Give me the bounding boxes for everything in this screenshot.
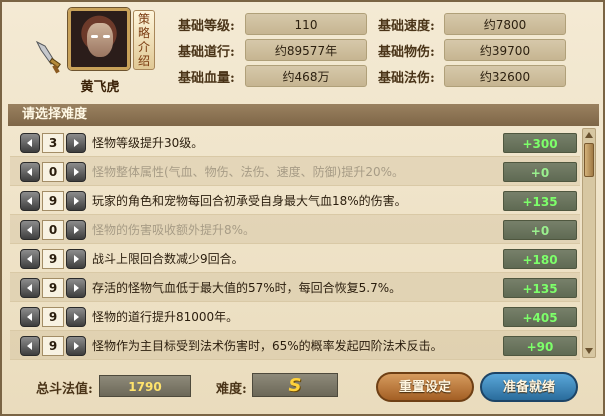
increase-button[interactable] <box>66 336 86 356</box>
strategy-intro-button[interactable]: 策略介绍 <box>133 10 155 70</box>
increase-button[interactable] <box>66 220 86 240</box>
stat-value-physical: 约39700 <box>444 39 566 61</box>
hero-name: 黄飞虎 <box>80 80 120 95</box>
arrow-left-icon <box>27 342 32 350</box>
level-value: 9 <box>42 278 64 298</box>
bonus-value: +90 <box>503 336 577 356</box>
arrow-left-icon <box>27 284 32 292</box>
list-item: 0 怪物的伤害吸收额外提升8%。 +0 <box>10 215 580 244</box>
decrease-button[interactable] <box>20 191 40 211</box>
list-scrollbar[interactable] <box>582 128 596 358</box>
bonus-value: +0 <box>503 220 577 240</box>
arrow-left-icon <box>27 168 32 176</box>
ready-button[interactable]: 准备就绪 <box>480 372 578 402</box>
arrow-right-icon <box>74 139 79 147</box>
list-item: 0 怪物整体属性(气血、物伤、法伤、速度、防御)提升20%。 +0 <box>10 157 580 186</box>
level-value: 0 <box>42 220 64 240</box>
level-value: 9 <box>42 336 64 356</box>
list-item: 9 怪物作为主目标受到法术伤害时，65%的概率发起四阶法术反击。 +90 <box>10 331 580 360</box>
row-description: 玩家的角色和宠物每回合初承受自身最大气血18%的伤害。 <box>92 194 407 208</box>
difficulty-value: S <box>252 373 338 397</box>
list-item: 3 怪物等级提升30级。 +300 <box>10 128 580 157</box>
level-value: 3 <box>42 133 64 153</box>
increase-button[interactable] <box>66 307 86 327</box>
dagger-icon <box>35 40 61 74</box>
row-description: 存活的怪物气血低于最大值的57%时，每回合恢复5.7%。 <box>92 281 402 295</box>
increase-button[interactable] <box>66 133 86 153</box>
list-item: 9 玩家的角色和宠物每回合初承受自身最大气血18%的伤害。 +135 <box>10 186 580 215</box>
decrease-button[interactable] <box>20 133 40 153</box>
row-description: 怪物作为主目标受到法术伤害时，65%的概率发起四阶法术反击。 <box>92 339 443 353</box>
stat-value-magic: 约32600 <box>444 65 566 87</box>
decrease-button[interactable] <box>20 220 40 240</box>
total-value: 1790 <box>99 375 191 397</box>
row-description: 怪物等级提升30级。 <box>92 136 204 150</box>
arrow-left-icon <box>27 255 32 263</box>
hero-face <box>87 23 113 57</box>
hero-portrait[interactable] <box>68 8 130 70</box>
arrow-left-icon <box>27 313 32 321</box>
bonus-value: +0 <box>503 162 577 182</box>
arrow-left-icon <box>27 226 32 234</box>
row-description: 怪物的道行提升81000年。 <box>92 310 239 324</box>
bonus-value: +300 <box>503 133 577 153</box>
level-value: 9 <box>42 191 64 211</box>
stat-label-magic: 基础法伤: <box>378 71 435 86</box>
arrow-right-icon <box>74 313 79 321</box>
arrow-right-icon <box>74 284 79 292</box>
stat-value-level: 110 <box>245 13 367 35</box>
arrow-right-icon <box>74 226 79 234</box>
bonus-value: +180 <box>503 249 577 269</box>
arrow-right-icon <box>74 342 79 350</box>
stat-value-daoxing: 约89577年 <box>245 39 367 61</box>
decrease-button[interactable] <box>20 336 40 356</box>
arrow-right-icon <box>74 255 79 263</box>
stat-value-speed: 约7800 <box>444 13 566 35</box>
increase-button[interactable] <box>66 162 86 182</box>
decrease-button[interactable] <box>20 278 40 298</box>
difficulty-list: 3 怪物等级提升30级。 +300 0 怪物整体属性(气血、物伤、法伤、速度、防… <box>10 128 580 360</box>
scroll-down-icon <box>585 348 593 354</box>
difficulty-label: 难度: <box>216 382 247 397</box>
scroll-up-button[interactable] <box>583 129 595 141</box>
list-item: 9 怪物的道行提升81000年。 +405 <box>10 302 580 331</box>
reset-button[interactable]: 重置设定 <box>376 372 474 402</box>
stat-label-hp: 基础血量: <box>178 71 235 86</box>
scroll-down-button[interactable] <box>583 345 595 357</box>
decrease-button[interactable] <box>20 307 40 327</box>
increase-button[interactable] <box>66 278 86 298</box>
row-description: 怪物的伤害吸收额外提升8%。 <box>92 223 256 237</box>
row-description: 怪物整体属性(气血、物伤、法伤、速度、防御)提升20%。 <box>92 165 405 179</box>
stat-label-physical: 基础物伤: <box>378 45 435 60</box>
level-value: 9 <box>42 249 64 269</box>
arrow-left-icon <box>27 139 32 147</box>
arrow-right-icon <box>74 168 79 176</box>
list-item: 9 存活的怪物气血低于最大值的57%时，每回合恢复5.7%。 +135 <box>10 273 580 302</box>
row-description: 战斗上限回合数减少9回合。 <box>92 252 244 266</box>
section-title: 请选择难度 <box>8 104 599 126</box>
level-value: 9 <box>42 307 64 327</box>
decrease-button[interactable] <box>20 249 40 269</box>
decrease-button[interactable] <box>20 162 40 182</box>
increase-button[interactable] <box>66 191 86 211</box>
arrow-right-icon <box>74 197 79 205</box>
arrow-left-icon <box>27 197 32 205</box>
stat-label-daoxing: 基础道行: <box>178 45 235 60</box>
bonus-value: +135 <box>503 278 577 298</box>
bonus-value: +135 <box>503 191 577 211</box>
stat-value-hp: 约468万 <box>245 65 367 87</box>
scroll-up-icon <box>585 132 593 138</box>
increase-button[interactable] <box>66 249 86 269</box>
level-value: 0 <box>42 162 64 182</box>
total-label: 总斗法值: <box>36 382 93 397</box>
difficulty-panel: 策略介绍 黄飞虎 基础等级: 110 基础道行: 约89577年 基础血量: 约… <box>0 0 605 416</box>
scroll-thumb[interactable] <box>584 143 594 177</box>
list-item: 9 战斗上限回合数减少9回合。 +180 <box>10 244 580 273</box>
bonus-value: +405 <box>503 307 577 327</box>
stat-label-speed: 基础速度: <box>378 19 435 34</box>
stat-label-level: 基础等级: <box>178 19 235 34</box>
